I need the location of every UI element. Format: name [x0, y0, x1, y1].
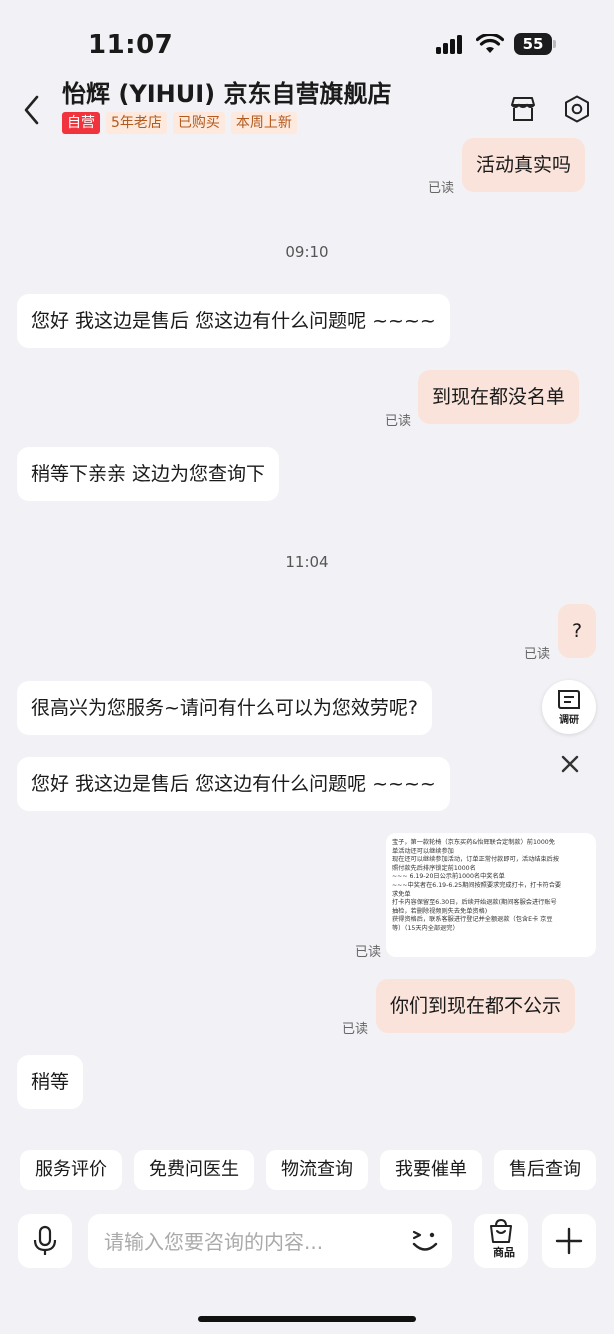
message-input[interactable]: [102, 1214, 406, 1270]
message-bubble-received[interactable]: 您好 我这边是售后 您这边有什么问题呢 ~~~~: [17, 757, 450, 811]
image-text-line: 求免单: [392, 890, 411, 898]
quick-actions: 服务评价 免费问医生 物流查询 我要催单 售后查询: [20, 1150, 596, 1190]
image-text-line: 单活动还可以继续参加: [392, 847, 454, 855]
quick-action-logistics[interactable]: 物流查询: [266, 1150, 368, 1190]
image-text-line: 等）（15天内全部退完）: [392, 924, 459, 932]
read-receipt: 已读: [342, 1022, 369, 1037]
message-bubble-sent[interactable]: 你们到现在都不公示: [376, 979, 576, 1033]
message-bubble-sent[interactable]: 到现在都没名单: [418, 370, 580, 424]
tag-purchased: 已购买: [172, 112, 225, 134]
shop-tags: 自营 5年老店 已购买 本周上新: [62, 112, 297, 134]
battery-tip: [553, 40, 556, 48]
image-text-line: 宝子，第一款轮椅（京东买药&怡辉联合定制款）前1000免: [392, 839, 555, 846]
message-bubble-received[interactable]: 您好 我这边是售后 您这边有什么问题呢 ~~~~: [17, 294, 450, 348]
cellular-signal-icon: [436, 34, 468, 54]
status-time: 11:07: [88, 30, 174, 60]
message-bubble-sent[interactable]: 活动真实吗: [462, 138, 586, 192]
image-message[interactable]: 宝子，第一款轮椅（京东买药&怡辉联合定制款）前1000免 单活动还可以继续参加 …: [386, 833, 596, 957]
wifi-icon: [476, 34, 504, 53]
survey-button[interactable]: 调研: [542, 680, 596, 734]
message-input-box[interactable]: [88, 1214, 452, 1270]
quick-action-service-review[interactable]: 服务评价: [20, 1150, 122, 1190]
shop-title[interactable]: 怡辉 (YIHUI) 京东自营旗舰店: [62, 74, 391, 109]
image-text-line: ~~~中奖者在6.19-6.25期间按照要求完成打卡，打卡符合要: [392, 881, 562, 889]
goods-button[interactable]: 商品: [474, 1214, 528, 1268]
message-bubble-received[interactable]: 很高兴为您服务~请问有什么可以为您效劳呢?: [17, 681, 433, 735]
image-text-line: ~~~ 6.19-20日公示前1000名中奖名单: [392, 873, 505, 881]
tag-store-age: 5年老店: [106, 112, 167, 134]
quick-action-after-sales[interactable]: 售后查询: [494, 1150, 596, 1190]
chat-timestamp: 09:10: [285, 243, 329, 261]
message-bubble-received[interactable]: 稍等下亲亲 这边为您查询下: [17, 447, 280, 501]
read-receipt: 已读: [385, 414, 412, 429]
back-arrow-icon[interactable]: [20, 92, 44, 128]
read-receipt: 已读: [524, 647, 551, 662]
survey-label: 调研: [559, 715, 579, 726]
tag-new-this-week: 本周上新: [230, 112, 297, 134]
image-text-line: 获得资格后，联系客服进行登记并全额退款（包含E卡 京豆: [392, 916, 553, 924]
chat-timestamp: 11:04: [285, 553, 329, 571]
quick-action-urge-order[interactable]: 我要催单: [380, 1150, 482, 1190]
microphone-icon: [33, 1225, 57, 1255]
voice-button[interactable]: [18, 1214, 72, 1268]
plus-icon: [555, 1227, 583, 1255]
goods-label: 商品: [493, 1246, 515, 1259]
battery-indicator: 55: [514, 33, 552, 55]
tag-self-operated: 自营: [62, 112, 100, 134]
home-indicator[interactable]: [198, 1316, 416, 1322]
more-button[interactable]: [542, 1214, 596, 1268]
message-bubble-received[interactable]: 稍等: [17, 1055, 84, 1109]
read-receipt: 已读: [428, 181, 455, 196]
survey-icon: [558, 690, 580, 709]
read-receipt: 已读: [355, 945, 382, 960]
emoji-icon[interactable]: [410, 1227, 440, 1255]
settings-icon[interactable]: [562, 94, 592, 124]
image-text-line: 现在还可以继续参加活动，订单正常付款即可，活动结束后按: [392, 856, 560, 864]
quick-action-ask-doctor[interactable]: 免费问医生: [134, 1150, 254, 1190]
store-icon[interactable]: [508, 94, 538, 124]
close-icon[interactable]: [558, 752, 582, 776]
message-bubble-sent[interactable]: ?: [558, 604, 597, 658]
shopping-bag-icon: [490, 1218, 512, 1243]
image-text-line: 打卡内容保留至6.30日，后续开始退款(期间客服会进行账号: [392, 899, 557, 907]
